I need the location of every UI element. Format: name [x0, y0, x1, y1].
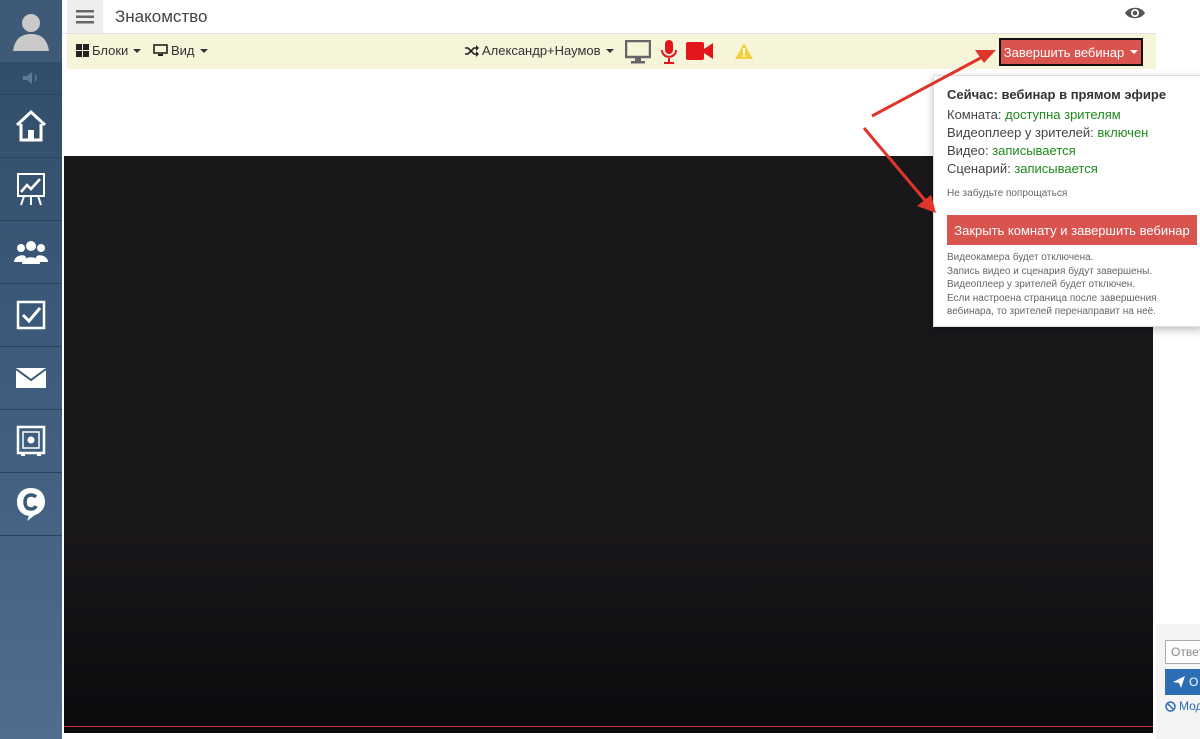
arrow-to-close-button [862, 127, 936, 213]
arrow-to-end-button [871, 50, 996, 118]
annotation-arrows [862, 50, 996, 213]
